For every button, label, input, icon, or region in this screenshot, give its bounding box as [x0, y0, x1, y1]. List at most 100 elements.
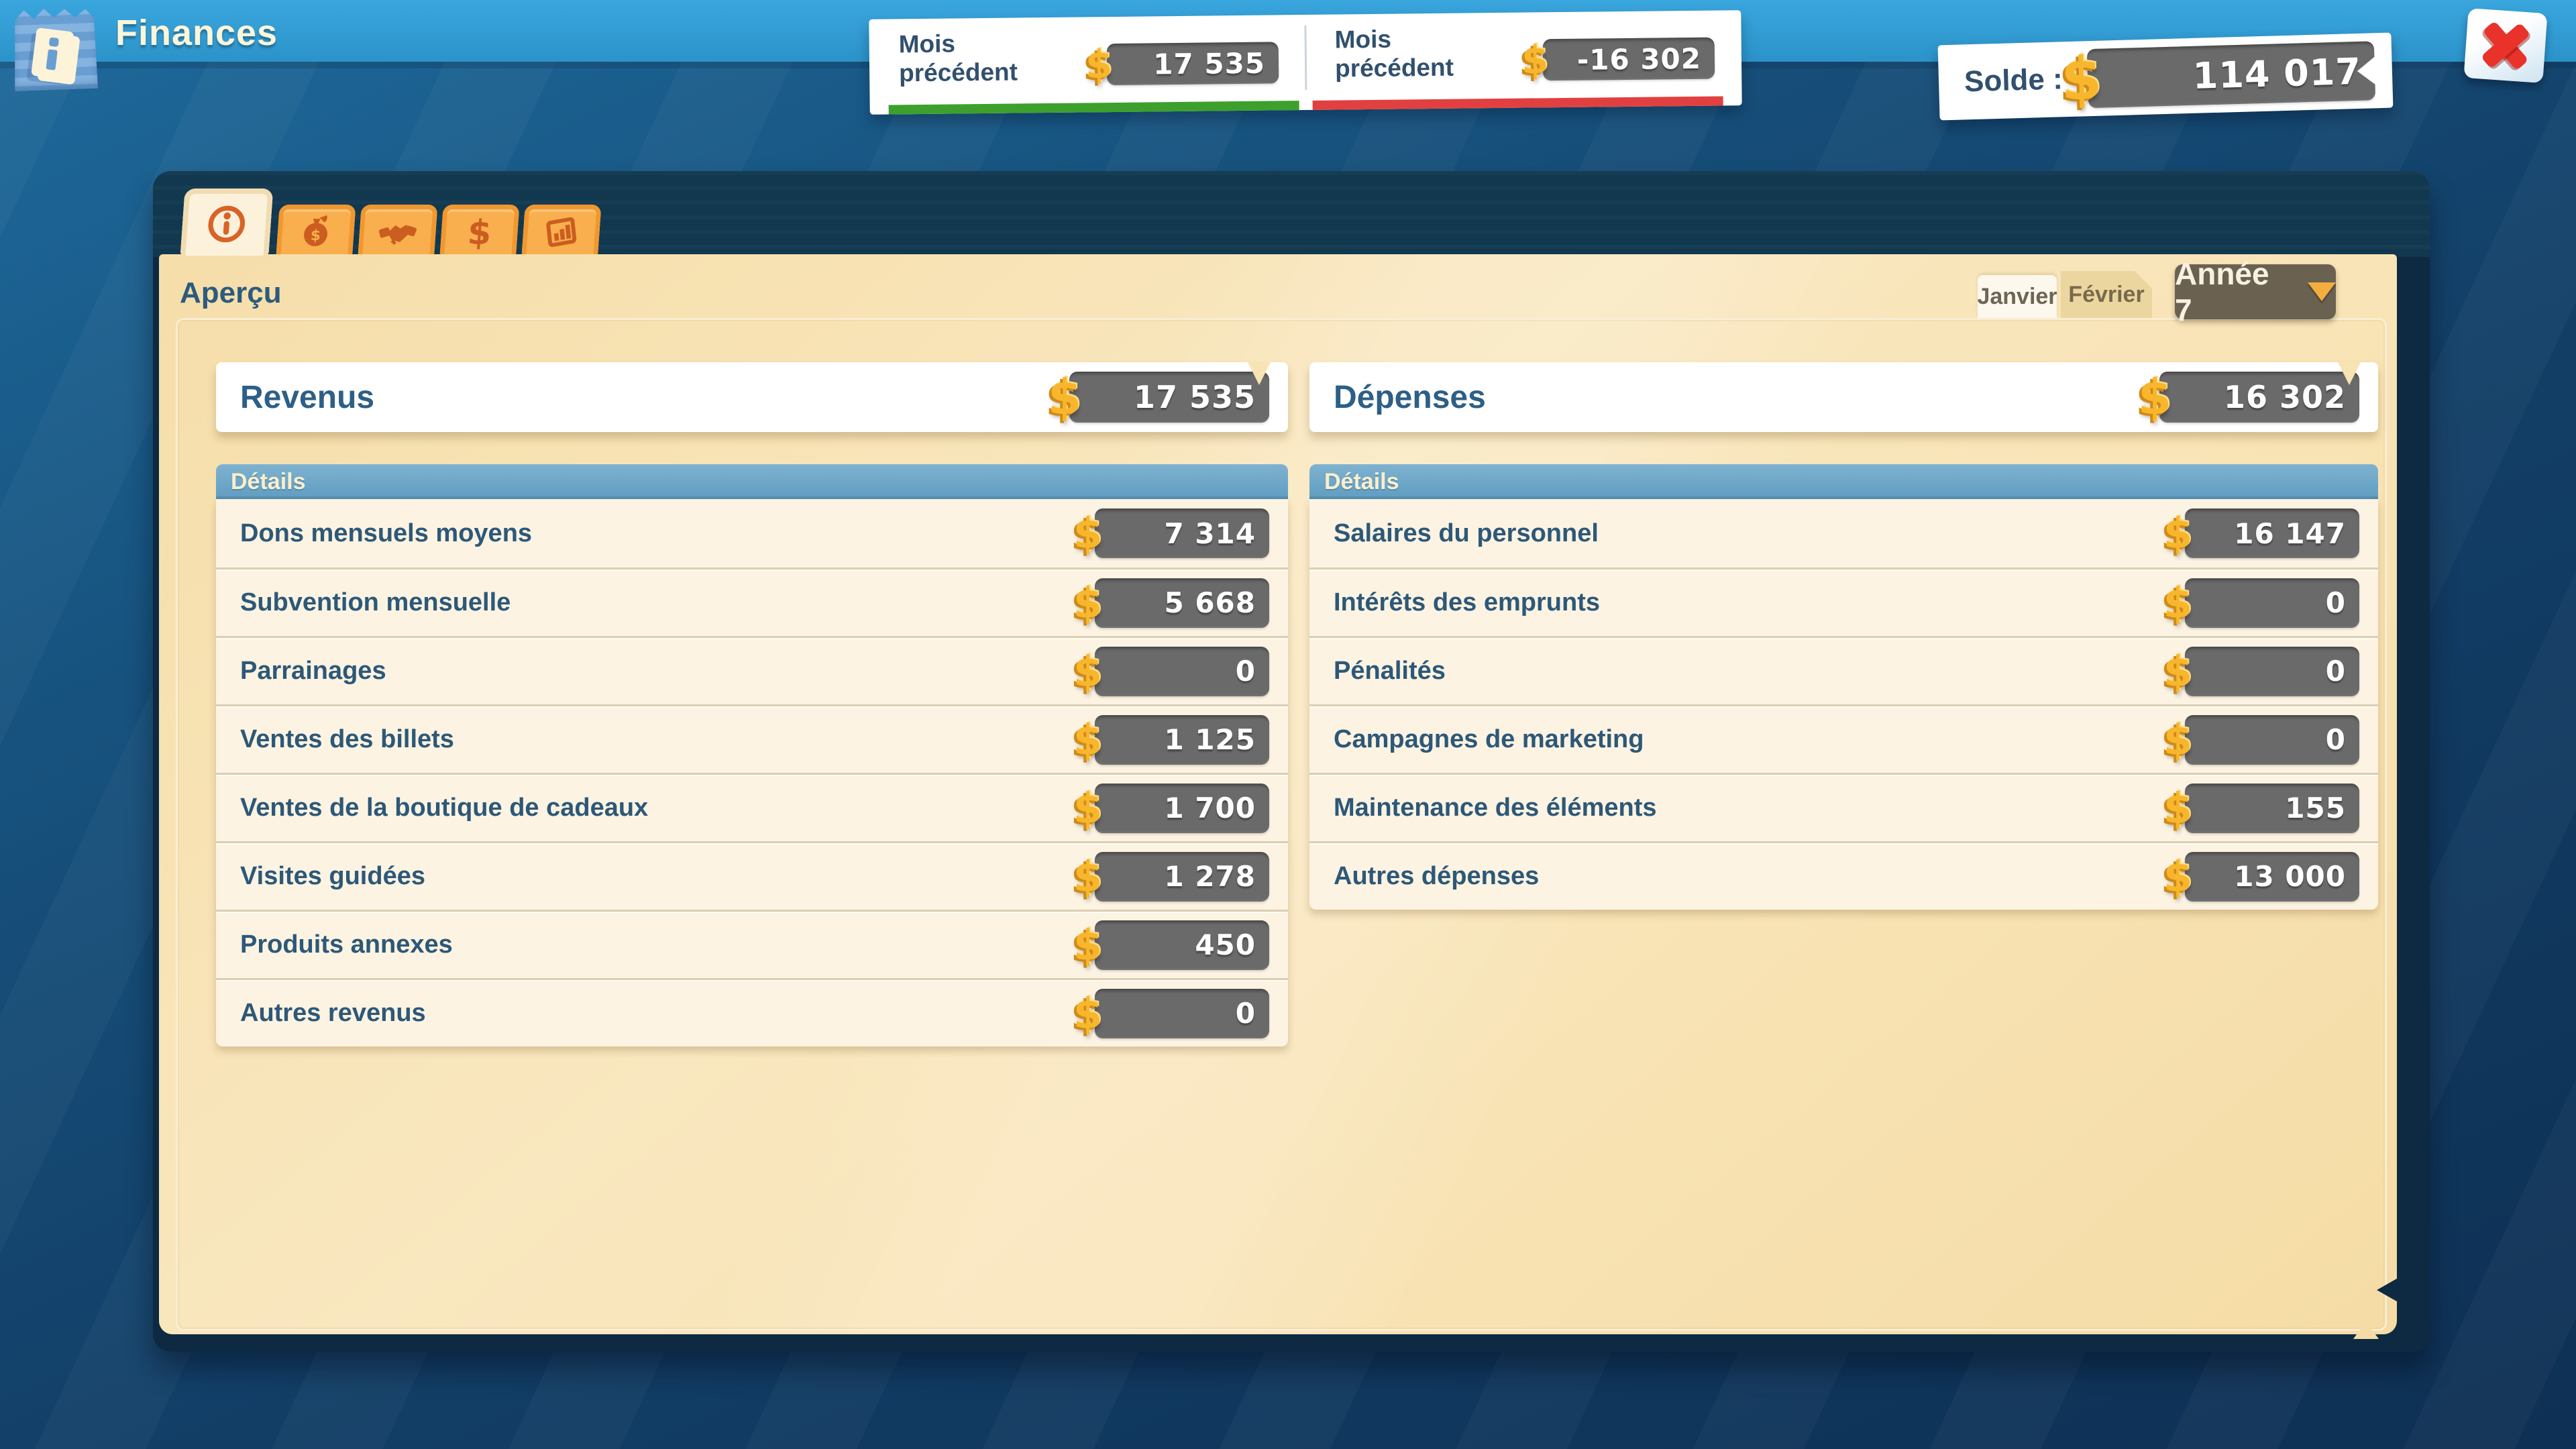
table-row: Produits annexes $450 [216, 910, 1288, 978]
row-value: 0 [1236, 997, 1269, 1030]
previous-month-expense-value: -16 302 [1577, 42, 1715, 76]
dollar-icon: $ [2163, 852, 2193, 901]
table-row: Maintenance des éléments $155 [1309, 773, 2378, 841]
previous-month-expense: Mois précédent $ -16 302 [1305, 10, 1741, 110]
chart-icon [541, 213, 582, 252]
row-value-pill: $1 125 [1095, 715, 1269, 765]
income-total-pill: $ 17 535 [1069, 372, 1269, 423]
row-label: Pénalités [1334, 638, 1446, 704]
tab-partnerships[interactable] [358, 205, 437, 256]
income-column: Revenus $ 17 535 Détails Dons mensuels m… [216, 362, 1288, 1046]
row-label: Produits annexes [240, 912, 453, 978]
money-bag-icon: $ [295, 213, 337, 252]
details-header-label: Détails [216, 469, 306, 495]
row-label: Intérêts des emprunts [1334, 570, 1600, 636]
expenses-header: Dépenses $ 16 302 [1309, 362, 2378, 432]
details-header-label: Détails [1309, 469, 1399, 495]
row-value-pill: $7 314 [1095, 508, 1269, 558]
table-row: Autres revenus $0 [216, 978, 1288, 1046]
tab-donations[interactable]: $ [276, 205, 356, 256]
dollar-icon: $ [1073, 989, 1103, 1038]
income-green-bar [889, 101, 1299, 114]
row-value: 7 314 [1164, 517, 1269, 550]
year-dropdown-label: Année 7 [2175, 256, 2294, 328]
previous-month-income-value: 17 535 [1153, 46, 1279, 80]
row-value: 1 700 [1164, 792, 1269, 824]
table-row: Parrainages $0 [216, 636, 1288, 704]
table-row: Visites guidées $1 278 [216, 841, 1288, 910]
expenses-rows: Salaires du personnel $16 147 Intérêts d… [1309, 499, 2378, 910]
year-dropdown[interactable]: Année 7 [2175, 264, 2336, 319]
row-label: Ventes des billets [240, 706, 454, 773]
handshake-icon [377, 213, 419, 252]
balance-value: 114 017 [2192, 50, 2375, 97]
row-label: Ventes de la boutique de cadeaux [240, 775, 648, 841]
income-details-header: Détails [216, 464, 1288, 499]
dollar-icon: $ [1048, 369, 1082, 425]
row-value-pill: $1 700 [1095, 784, 1269, 833]
income-total-value: 17 535 [1134, 379, 1269, 415]
income-rows: Dons mensuels moyens $7 314 Subvention m… [216, 499, 1288, 1046]
expenses-total-value: 16 302 [2224, 379, 2359, 415]
previous-month-income-label: Mois précédent [898, 28, 1067, 88]
dollar-icon: $ [2163, 784, 2193, 833]
previous-month-income-pill: $ 17 535 [1107, 42, 1279, 85]
balance-pill: $ 114 017 [2087, 41, 2375, 108]
row-value: 450 [1195, 928, 1269, 961]
row-value: 1 278 [1164, 860, 1269, 893]
close-button[interactable] [2464, 8, 2548, 83]
row-label: Visites guidées [240, 843, 425, 910]
expenses-details-header: Détails [1309, 464, 2378, 499]
dollar-icon: $ [1073, 852, 1103, 901]
row-value: 13 000 [2234, 860, 2359, 893]
row-value-pill: $0 [2185, 578, 2359, 628]
balance-panel: Solde : $ 114 017 [1938, 33, 2394, 121]
dollar-icon: $ [2163, 578, 2193, 627]
table-row: Ventes de la boutique de cadeaux $1 700 [216, 773, 1288, 841]
dollar-icon: $ [2163, 509, 2193, 558]
row-value: 155 [2285, 792, 2359, 824]
month-button-label: Février [2068, 282, 2144, 308]
dollar-icon: $ [1073, 647, 1103, 696]
row-value-pill: $0 [1095, 647, 1269, 696]
row-value: 5 668 [1164, 586, 1269, 619]
dollar-icon: $ [2138, 369, 2172, 425]
row-label: Dons mensuels moyens [240, 499, 532, 568]
month-button-janvier[interactable]: Janvier [1978, 275, 2057, 318]
finances-ledger-icon [12, 5, 98, 91]
table-row: Subvention mensuelle $5 668 [216, 568, 1288, 636]
dollar-icon: $ [2163, 715, 2193, 764]
tab-money[interactable]: $ [439, 205, 519, 256]
row-label: Maintenance des éléments [1334, 775, 1657, 841]
row-label: Autres dépenses [1334, 843, 1539, 910]
dollar-icon: $ [1085, 42, 1114, 87]
month-button-label: Janvier [1977, 284, 2057, 310]
svg-text:$: $ [310, 227, 321, 244]
tab-overview[interactable] [180, 189, 274, 256]
row-value-pill: $155 [2185, 784, 2359, 833]
row-value: 0 [2326, 655, 2359, 688]
chevron-down-icon [2308, 282, 2336, 301]
torn-edge-notch [2377, 1279, 2397, 1301]
torn-edge-notch [2353, 1322, 2379, 1339]
row-label: Campagnes de marketing [1334, 706, 1644, 773]
table-row: Salaires du personnel $16 147 [1309, 499, 2378, 568]
table-row: Dons mensuels moyens $7 314 [216, 499, 1288, 568]
balance-label: Solde : [1964, 42, 2064, 119]
info-bar [46, 49, 58, 70]
info-icon [203, 202, 250, 246]
expenses-column: Dépenses $ 16 302 Détails Salaires du pe… [1309, 362, 2378, 910]
row-value-pill: $0 [2185, 647, 2359, 696]
dollar-icon: $ [2060, 44, 2104, 114]
expenses-title: Dépenses [1334, 362, 1486, 432]
row-value-pill: $0 [1095, 989, 1269, 1038]
table-row: Intérêts des emprunts $0 [1309, 568, 2378, 636]
income-header: Revenus $ 17 535 [216, 362, 1288, 432]
month-button-fevrier[interactable]: Février [2061, 271, 2152, 318]
dollar-icon: $ [1073, 920, 1103, 969]
expenses-total-pill: $ 16 302 [2159, 372, 2359, 423]
tab-statistics[interactable] [521, 205, 601, 256]
row-value-pill: $0 [2185, 715, 2359, 765]
row-value: 0 [1236, 655, 1269, 688]
row-label: Salaires du personnel [1334, 499, 1599, 568]
